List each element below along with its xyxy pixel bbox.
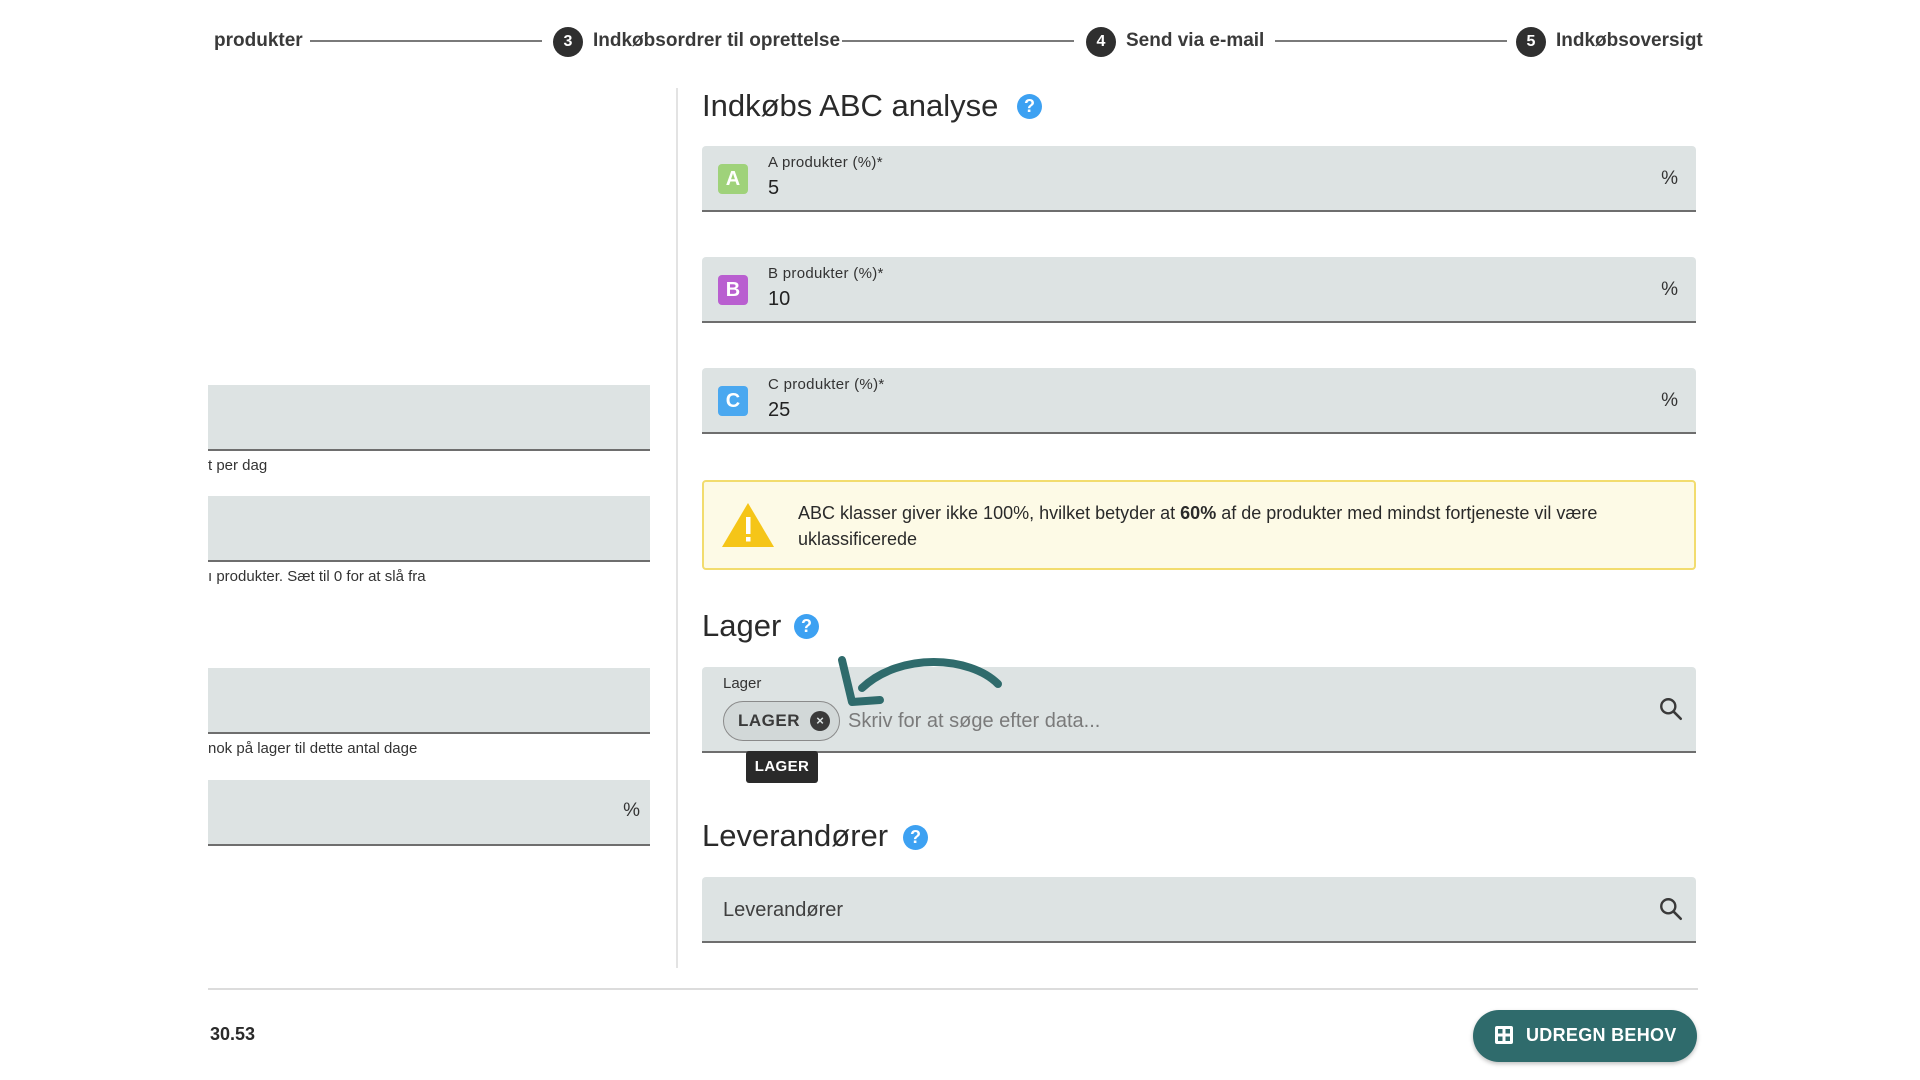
c-badge-icon: C: [718, 386, 748, 416]
lager-chip-label: LAGER: [738, 711, 800, 730]
footer-value: 30.53: [210, 1024, 256, 1044]
step-label-products[interactable]: produkter: [214, 29, 303, 53]
c-products-value[interactable]: 25: [768, 399, 790, 422]
a-products-field[interactable]: A A produkter (%)* 5 %: [702, 146, 1696, 212]
search-icon[interactable]: [1658, 896, 1684, 922]
step-connector: [310, 40, 542, 42]
calculate-need-label: UDREGN BEHOV: [1526, 1025, 1677, 1045]
column-divider: [676, 88, 678, 968]
footer-divider: [208, 988, 1698, 990]
warning-icon: [722, 503, 774, 547]
abc-section-title: Indkøbs ABC analyse: [702, 88, 999, 123]
lager-section-title: Lager: [702, 608, 782, 643]
suppliers-help-icon[interactable]: ?: [903, 825, 928, 850]
suppliers-search-input[interactable]: [723, 896, 1603, 924]
calculator-icon: [1495, 1026, 1513, 1044]
a-badge-icon: A: [718, 164, 748, 194]
curved-arrow-icon: [838, 656, 1002, 706]
percent-unit: %: [1661, 168, 1678, 189]
step-label-purchase-overview[interactable]: Indkøbsoversigt: [1556, 29, 1703, 53]
c-products-field[interactable]: C C produkter (%)* 25 %: [702, 368, 1696, 434]
percent-unit: %: [623, 800, 640, 821]
step-label-purchase-orders[interactable]: Indkøbsordrer til oprettelse: [593, 29, 840, 53]
percent-unit: %: [1661, 279, 1678, 300]
calculate-need-button[interactable]: UDREGN BEHOV: [1473, 1010, 1697, 1062]
c-products-label: C produkter (%)*: [768, 376, 885, 393]
left-input-field-2[interactable]: [208, 496, 650, 562]
lager-help-icon[interactable]: ?: [794, 614, 819, 639]
warning-message: ABC klasser giver ikke 100%, hvilket bet…: [798, 503, 1598, 549]
left-helper-text-3: nok på lager til dette antal dage: [208, 740, 418, 757]
suppliers-section-title: Leverandører: [702, 818, 889, 853]
step-label-send-email[interactable]: Send via e-mail: [1126, 29, 1264, 53]
step-connector: [842, 40, 1074, 42]
b-products-value[interactable]: 10: [768, 288, 790, 311]
left-input-field-4[interactable]: %: [208, 780, 650, 846]
search-icon[interactable]: [1658, 696, 1684, 722]
left-input-field-1[interactable]: [208, 385, 650, 451]
abc-warning-alert: ABC klasser giver ikke 100%, hvilket bet…: [702, 480, 1696, 570]
suppliers-autocomplete-field[interactable]: [702, 877, 1696, 943]
a-products-value[interactable]: 5: [768, 177, 779, 200]
left-helper-text-1: t per dag: [208, 457, 268, 474]
lager-chip-tooltip: LAGER: [746, 751, 818, 783]
b-products-field[interactable]: B B produkter (%)* 10 %: [702, 257, 1696, 323]
left-input-field-3[interactable]: [208, 668, 650, 734]
step-number-5[interactable]: 5: [1516, 27, 1546, 57]
step-number-3[interactable]: 3: [553, 27, 583, 57]
b-products-label: B produkter (%)*: [768, 265, 884, 282]
left-helper-text-2: ı produkter. Sæt til 0 for at slå fra: [208, 568, 426, 585]
a-products-label: A produkter (%)*: [768, 154, 883, 171]
lager-field-label: Lager: [723, 675, 762, 692]
b-badge-icon: B: [718, 275, 748, 305]
abc-help-icon[interactable]: ?: [1017, 94, 1042, 119]
step-number-4[interactable]: 4: [1086, 27, 1116, 57]
step-connector: [1275, 40, 1507, 42]
percent-unit: %: [1661, 390, 1678, 411]
